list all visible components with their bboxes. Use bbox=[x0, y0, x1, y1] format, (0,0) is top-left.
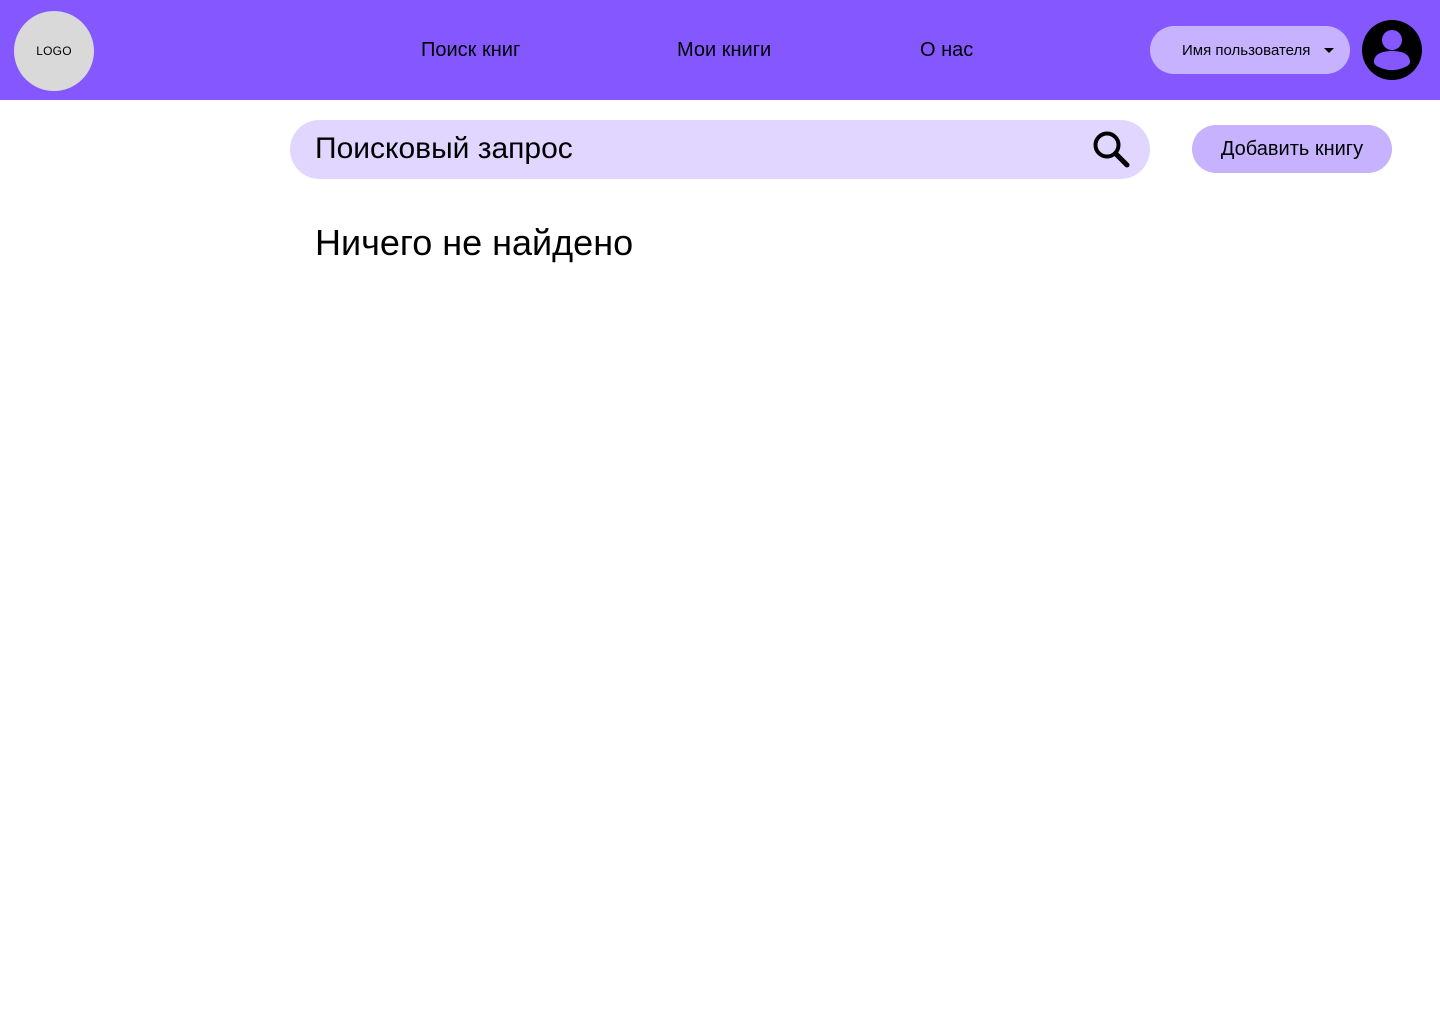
caret-down-icon bbox=[1324, 48, 1334, 53]
add-book-button[interactable]: Добавить книгу bbox=[1192, 125, 1392, 173]
user-name-label: Имя пользователя bbox=[1182, 41, 1311, 59]
search-icon[interactable] bbox=[1092, 130, 1130, 168]
nav-link-book-search[interactable]: Поиск книг bbox=[421, 37, 520, 63]
top-navigation-bar: LOGO Поиск книг Мои книги О нас Имя поль… bbox=[0, 0, 1440, 100]
nav-link-about[interactable]: О нас bbox=[920, 37, 973, 63]
logo[interactable]: LOGO bbox=[14, 11, 94, 91]
search-input[interactable] bbox=[315, 128, 1075, 170]
nav-link-my-books[interactable]: Мои книги bbox=[677, 37, 771, 63]
empty-results-message: Ничего не найдено bbox=[315, 222, 634, 263]
user-menu-dropdown[interactable]: Имя пользователя bbox=[1150, 26, 1350, 74]
search-bar bbox=[290, 120, 1150, 179]
user-avatar-icon[interactable] bbox=[1362, 20, 1422, 80]
logo-text: LOGO bbox=[36, 44, 72, 58]
